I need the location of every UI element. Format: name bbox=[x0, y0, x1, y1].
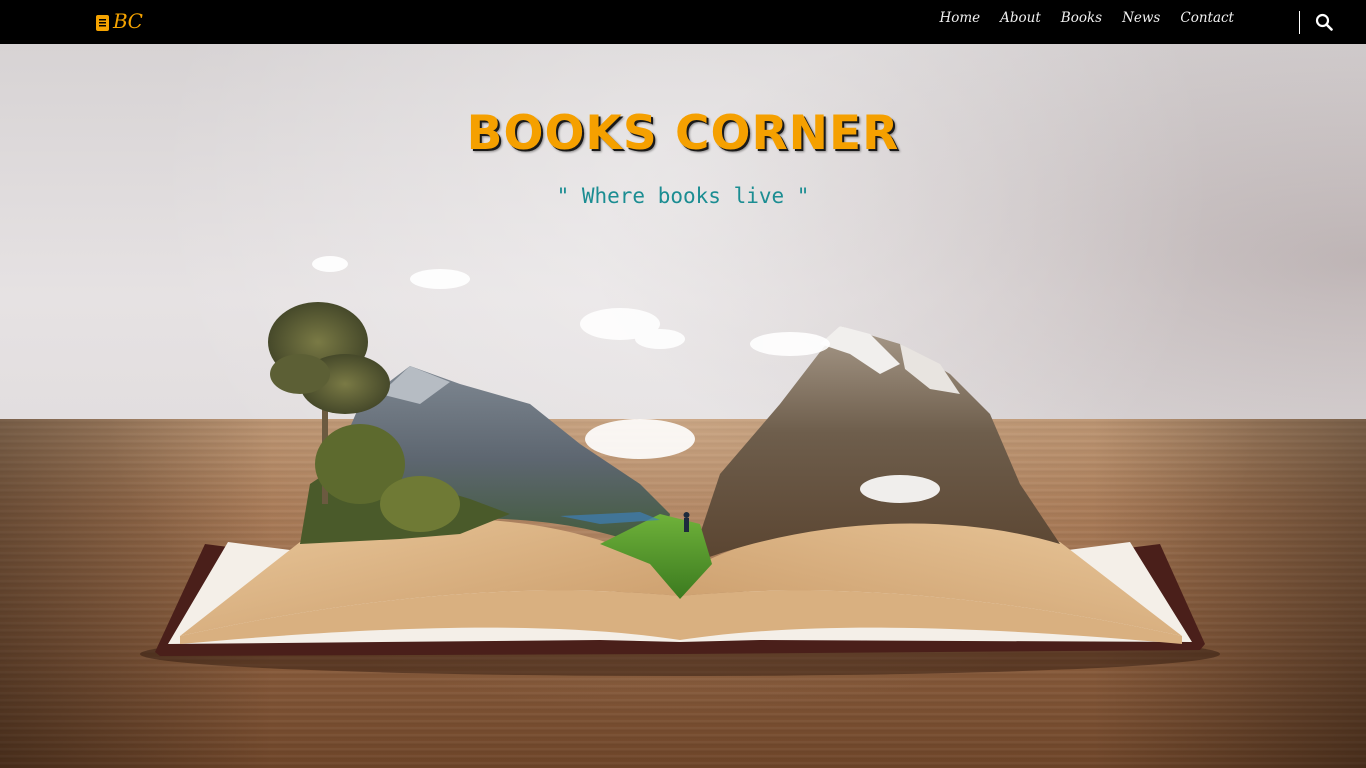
hero-section: BOOKS CORNER " Where books live " bbox=[0, 44, 1366, 768]
search-icon[interactable] bbox=[1315, 13, 1333, 31]
book-icon bbox=[96, 15, 109, 31]
hero-title: BOOKS CORNER bbox=[466, 106, 900, 161]
nav-link-books[interactable]: Books bbox=[1061, 10, 1102, 26]
hero-tagline: " Where books live " bbox=[556, 184, 810, 208]
nav-link-about[interactable]: About bbox=[1000, 10, 1041, 26]
nav-links: Home About Books News Contact bbox=[939, 10, 1234, 26]
nav-link-contact[interactable]: Contact bbox=[1180, 10, 1234, 26]
nav-link-home[interactable]: Home bbox=[939, 10, 980, 26]
top-navbar: BC Home About Books News Contact bbox=[0, 0, 1366, 44]
nav-divider bbox=[1299, 11, 1300, 34]
nav-link-news[interactable]: News bbox=[1122, 10, 1160, 26]
brand-logo-link[interactable]: BC bbox=[96, 8, 143, 34]
brand-text: BC bbox=[113, 9, 143, 33]
